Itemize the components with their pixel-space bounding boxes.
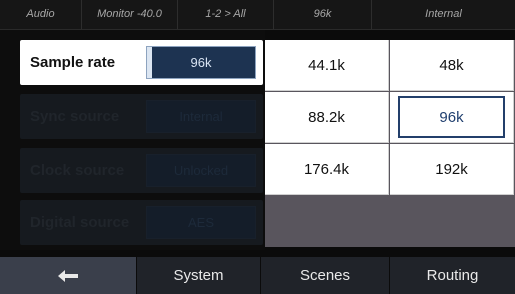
option-48k[interactable]: 48k [390,40,514,91]
status-bar: Audio Monitor -40.0 1-2 > All 96k Intern… [0,0,515,30]
sync-source-label: Sync source [30,108,120,125]
routing-button[interactable]: Routing [390,257,515,294]
back-button[interactable] [0,257,137,294]
sample-rate-row[interactable]: Sample rate 96k [20,40,263,85]
sample-rate-value[interactable]: 96k [146,46,256,79]
status-routing: 1-2 > All [178,0,274,29]
digital-source-label: Digital source [30,214,130,231]
clock-source-row[interactable]: Clock source Unlocked [20,148,263,193]
digital-source-value[interactable]: AES [146,206,256,239]
settings-panel: Sample rate 96k Sync source Internal Clo… [0,30,265,250]
option-88-2k[interactable]: 88.2k [265,92,389,143]
sync-source-row[interactable]: Sync source Internal [20,94,263,139]
status-audio: Audio [0,0,82,29]
back-arrow-icon [58,269,78,282]
grid-empty-area [265,196,515,247]
bottom-nav: System Scenes Routing [0,257,515,294]
option-96k[interactable]: 96k [390,92,514,143]
digital-source-row[interactable]: Digital source AES [20,200,263,245]
option-96k-label: 96k [398,96,505,138]
scenes-button[interactable]: Scenes [261,257,390,294]
sample-rate-label: Sample rate [30,54,116,71]
sync-source-value[interactable]: Internal [146,100,256,133]
status-clock-source: Internal [425,8,462,20]
system-button[interactable]: System [137,257,261,294]
sample-rate-options-grid: 44.1k 48k 88.2k 96k 176.4k 192k [265,40,515,247]
clock-source-label: Clock source [30,162,125,179]
status-sample-rate: 96k [274,0,372,29]
option-176-4k[interactable]: 176.4k [265,144,389,195]
status-monitor-level: Monitor -40.0 [82,0,178,29]
option-192k[interactable]: 192k [390,144,514,195]
clock-source-value[interactable]: Unlocked [146,154,256,187]
option-44-1k[interactable]: 44.1k [265,40,389,91]
